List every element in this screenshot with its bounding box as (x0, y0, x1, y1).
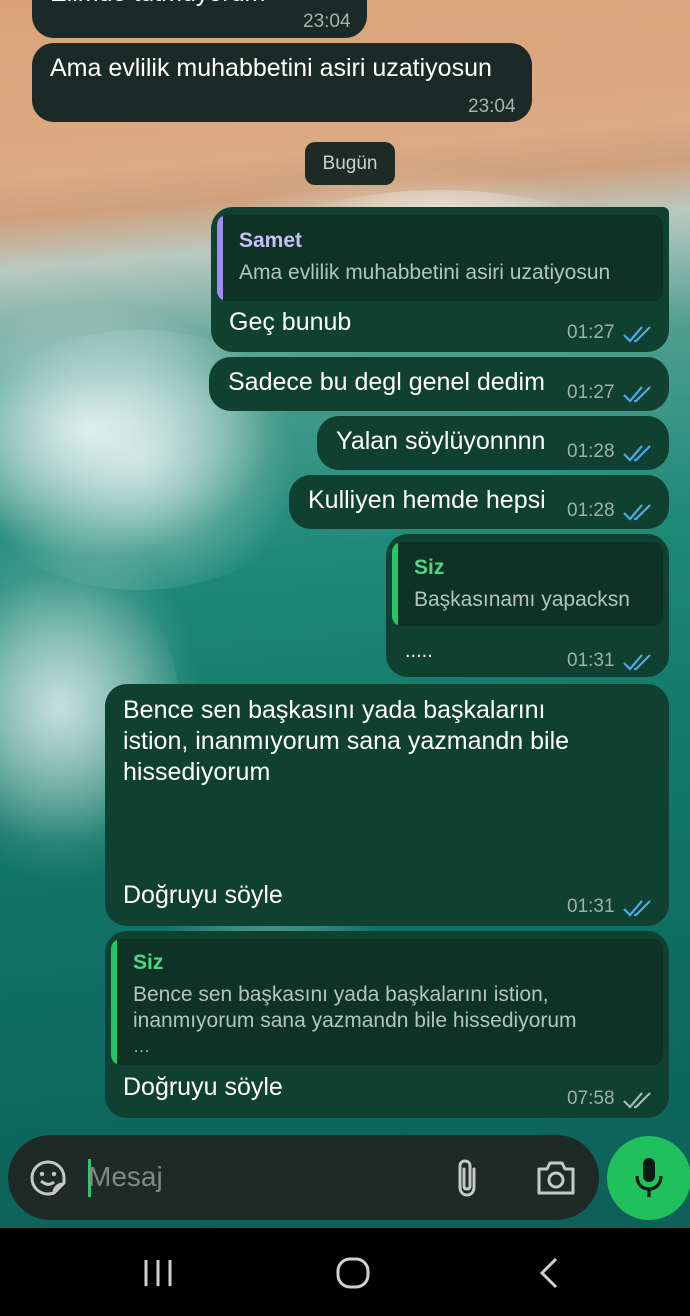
recent-apps-icon[interactable] (140, 1258, 176, 1288)
message-text: Sadece bu degl genel dedim (228, 368, 545, 396)
outgoing-message[interactable]: Siz Bence sen başkasını yada başkalarını… (105, 931, 669, 1118)
double-check-icon (623, 504, 651, 521)
double-check-icon (623, 326, 651, 343)
message-text: Doğruyu söyle (123, 1073, 283, 1101)
double-check-icon (623, 445, 651, 462)
microphone-icon (635, 1158, 663, 1197)
message-text: Elimde tutmuyorum (50, 0, 265, 8)
date-separator: Bugün (305, 142, 395, 185)
message-text: Yalan söylüyonnnn (336, 427, 546, 455)
sticker-icon[interactable] (28, 1158, 68, 1198)
message-time: 23:04 (468, 96, 516, 117)
double-check-icon (623, 654, 651, 671)
reply-text-line: Bence sen başkasını yada başkalarını ist… (133, 983, 549, 1006)
message-text: Kulliyen hemde hepsi (308, 486, 546, 514)
outgoing-message[interactable]: Kulliyen hemde hepsi 01:28 (289, 475, 669, 529)
reply-text: Başkasınamı yapacksn (414, 588, 630, 611)
message-time: 01:27 (567, 382, 615, 403)
message-time: 23:04 (303, 11, 351, 32)
message-text-line: Bence sen başkasını yada başkalarını (123, 696, 546, 724)
reply-bar (392, 542, 398, 626)
reply-text: Ama evlilik muhabbetini asiri uzatiyosun (239, 261, 611, 284)
reply-text-line: inanmıyorum sana yazmandn bile hissediyo… (133, 1009, 577, 1032)
reply-author: Siz (133, 951, 164, 974)
outgoing-message[interactable]: Bence sen başkasını yada başkalarını ist… (105, 684, 669, 926)
message-time: 01:27 (567, 322, 615, 343)
reply-quote[interactable]: Samet Ama evlilik muhabbetini asiri uzat… (217, 215, 663, 301)
outgoing-message[interactable]: Sadece bu degl genel dedim 01:27 (209, 357, 669, 411)
message-text-line: istion, inanmıyorum sana yazmandn bile (123, 727, 570, 755)
reply-bar (217, 215, 223, 301)
reply-quote[interactable]: Siz Bence sen başkasını yada başkalarını… (111, 939, 663, 1065)
paperclip-icon[interactable] (450, 1157, 484, 1199)
reply-author: Siz (414, 556, 445, 579)
system-navigation-bar (0, 1228, 690, 1316)
message-composer: Mesaj (8, 1135, 599, 1220)
message-input[interactable]: Mesaj (88, 1161, 428, 1193)
message-time: 01:28 (567, 500, 615, 521)
reply-text-line: … (133, 1037, 150, 1056)
message-text: ..... (405, 640, 433, 662)
reply-author: Samet (239, 229, 303, 252)
outgoing-message[interactable]: Siz Başkasınamı yapacksn ..... 01:31 (386, 534, 669, 677)
message-time: 07:58 (567, 1088, 615, 1109)
message-text: Ama evlilik muhabbetini asiri uzatiyosun (50, 54, 492, 82)
message-time: 01:31 (567, 896, 615, 917)
double-check-icon (623, 900, 651, 917)
reply-bar (111, 939, 117, 1065)
message-time: 01:28 (567, 441, 615, 462)
voice-record-button[interactable] (607, 1136, 690, 1220)
reply-quote[interactable]: Siz Başkasınamı yapacksn (392, 542, 663, 626)
message-text: Geç bunub (229, 308, 352, 336)
message-text-line: hissediyorum (123, 758, 271, 786)
message-time: 01:31 (567, 650, 615, 671)
outgoing-message[interactable]: Yalan söylüyonnnn 01:28 (317, 416, 669, 470)
home-icon[interactable] (334, 1255, 372, 1291)
incoming-message[interactable]: Ama evlilik muhabbetini asiri uzatiyosun… (32, 43, 532, 122)
double-check-icon (623, 386, 651, 403)
camera-icon[interactable] (535, 1159, 577, 1197)
incoming-message[interactable]: Elimde tutmuyorum 23:04 (32, 0, 367, 38)
double-check-icon (623, 1092, 651, 1109)
message-text-line: Doğruyu söyle (123, 881, 283, 909)
outgoing-message[interactable]: Samet Ama evlilik muhabbetini asiri uzat… (211, 207, 669, 352)
back-icon[interactable] (534, 1256, 564, 1290)
